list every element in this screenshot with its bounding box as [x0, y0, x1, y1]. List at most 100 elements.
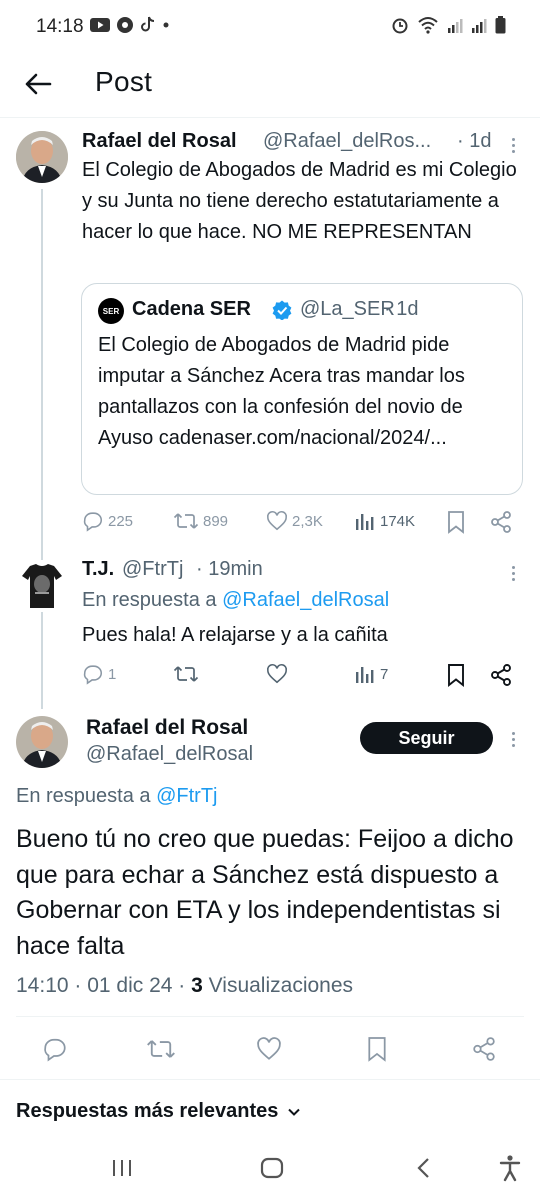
reply-to-link[interactable]: @Rafael_delRosal: [222, 589, 389, 611]
main-tweet-meta: 14:10 · 01 dic 24 · 3 Visualizaciones: [16, 974, 353, 998]
reply-author-name[interactable]: T.J.: [82, 558, 114, 581]
retweet-count: 899: [203, 512, 229, 530]
reply-count-2: 1: [108, 665, 117, 683]
home-icon: [260, 1157, 284, 1179]
follow-button[interactable]: Seguir: [360, 722, 493, 754]
main-like-button[interactable]: [256, 1036, 282, 1062]
main-author-name[interactable]: Rafael del Rosal: [86, 716, 248, 740]
chevron-down-icon: [288, 1108, 301, 1116]
share-button-2[interactable]: [490, 663, 512, 687]
main-timestamp: 14:10 · 01 dic 24 ·: [16, 974, 186, 997]
actions-divider: [0, 1079, 540, 1080]
bookmark-icon: [368, 1037, 386, 1062]
share-icon: [491, 664, 511, 686]
views-button-2[interactable]: 7: [354, 663, 388, 685]
main-author-handle[interactable]: @Rafael_delRosal: [86, 743, 253, 766]
accessibility-icon: [499, 1155, 521, 1182]
reply-icon: [44, 1038, 66, 1062]
share-icon: [473, 1037, 495, 1061]
tweet-text: El Colegio de Abogados de Madrid es mi C…: [82, 159, 517, 243]
heart-icon: [257, 1037, 281, 1060]
author-handle[interactable]: @Rafael_delRos...: [263, 130, 431, 153]
accessibility-button[interactable]: [498, 1154, 522, 1182]
views-count-2: 7: [380, 665, 389, 683]
quote-source-handle: @La_SER: [300, 298, 395, 320]
like-count: 2,3K: [292, 512, 323, 530]
thread-line: [41, 189, 43, 709]
share-icon: [491, 511, 511, 533]
meta-divider: [16, 1016, 524, 1017]
main-views-count: 3: [191, 974, 203, 997]
replies-sort-dropdown[interactable]: Respuestas más relevantes: [16, 1100, 302, 1123]
chevron-left-icon: [417, 1158, 429, 1178]
status-notification-icons: [90, 16, 170, 34]
cadena-ser-logo: SER: [98, 298, 124, 324]
analytics-icon: [356, 514, 374, 530]
reply-icon: [83, 665, 102, 685]
reply-prefix: En respuesta a: [82, 589, 217, 611]
reply-author-handle[interactable]: @FtrTj: [122, 558, 183, 581]
share-button[interactable]: [490, 510, 512, 534]
wifi-icon: [418, 17, 438, 34]
like-button[interactable]: 2,3K: [266, 510, 323, 532]
reply-more-options-button[interactable]: [503, 561, 523, 585]
home-button[interactable]: [259, 1156, 285, 1180]
bookmark-button-2[interactable]: [446, 663, 466, 687]
quote-time: · 1d: [384, 298, 419, 320]
like-button-2[interactable]: [266, 663, 288, 685]
status-system-icons: [391, 16, 506, 34]
system-back-button[interactable]: [412, 1156, 436, 1180]
author-name[interactable]: Rafael del Rosal: [82, 130, 237, 153]
quoted-tweet-card[interactable]: SER Cadena SER @La_SER · 1d El Colegio d…: [81, 283, 523, 495]
main-bookmark-button[interactable]: [366, 1035, 388, 1063]
bookmark-button[interactable]: [446, 510, 466, 534]
main-reply-to-link[interactable]: @FtrTj: [156, 785, 217, 807]
recents-button[interactable]: [110, 1156, 134, 1180]
system-nav-bar: [0, 1140, 540, 1200]
alarm-icon: [392, 18, 408, 34]
avatar-rafael-main[interactable]: [16, 716, 68, 768]
views-button[interactable]: 174K: [354, 510, 415, 532]
soccer-ball-icon: [117, 17, 133, 33]
recents-icon: [113, 1160, 131, 1176]
heart-icon: [267, 663, 287, 684]
signal-icon-2: [472, 19, 487, 33]
main-views-label: Visualizaciones: [208, 974, 354, 997]
main-share-button[interactable]: [472, 1035, 496, 1063]
post-time: · 1d: [457, 130, 492, 152]
more-options-button[interactable]: [503, 133, 523, 157]
retweet-icon: [173, 666, 199, 682]
verified-badge-icon: [272, 300, 292, 320]
reply-button-2[interactable]: 1: [82, 663, 116, 685]
bookmark-icon: [448, 511, 464, 534]
analytics-icon: [356, 667, 374, 683]
tiktok-icon: [141, 16, 155, 32]
retweet-button[interactable]: 899: [173, 510, 228, 532]
bookmark-icon: [448, 664, 464, 687]
avatar-rafael[interactable]: [16, 131, 68, 183]
main-retweet-button[interactable]: [146, 1036, 176, 1062]
reply-icon: [83, 512, 102, 532]
main-more-options-button[interactable]: [503, 727, 523, 751]
main-reply-prefix: En respuesta a: [16, 785, 151, 807]
page-title: Post: [95, 66, 153, 97]
views-count: 174K: [380, 512, 416, 530]
quote-text: El Colegio de Abogados de Madrid pide im…: [98, 334, 465, 449]
reply-context: En respuesta a @Rafael_delRosal: [82, 589, 389, 612]
retweet-button-2[interactable]: [173, 663, 199, 685]
heart-icon: [267, 510, 287, 531]
avatar-tj[interactable]: [16, 560, 68, 612]
signal-icon-1: [448, 19, 463, 33]
replies-sort-label: Respuestas más relevantes: [16, 1100, 279, 1122]
reply-count: 225: [108, 512, 134, 530]
reply-button[interactable]: 225: [82, 510, 133, 532]
retweet-icon: [173, 513, 199, 529]
reply-post-time: · 19min: [196, 558, 263, 580]
status-time: 14:18: [36, 16, 84, 37]
dot-icon: [163, 22, 169, 28]
header-divider: [0, 117, 540, 118]
main-reply-button[interactable]: [42, 1036, 68, 1062]
back-button[interactable]: [20, 66, 56, 102]
arrow-left-icon: [25, 73, 52, 95]
youtube-icon: [90, 18, 110, 32]
